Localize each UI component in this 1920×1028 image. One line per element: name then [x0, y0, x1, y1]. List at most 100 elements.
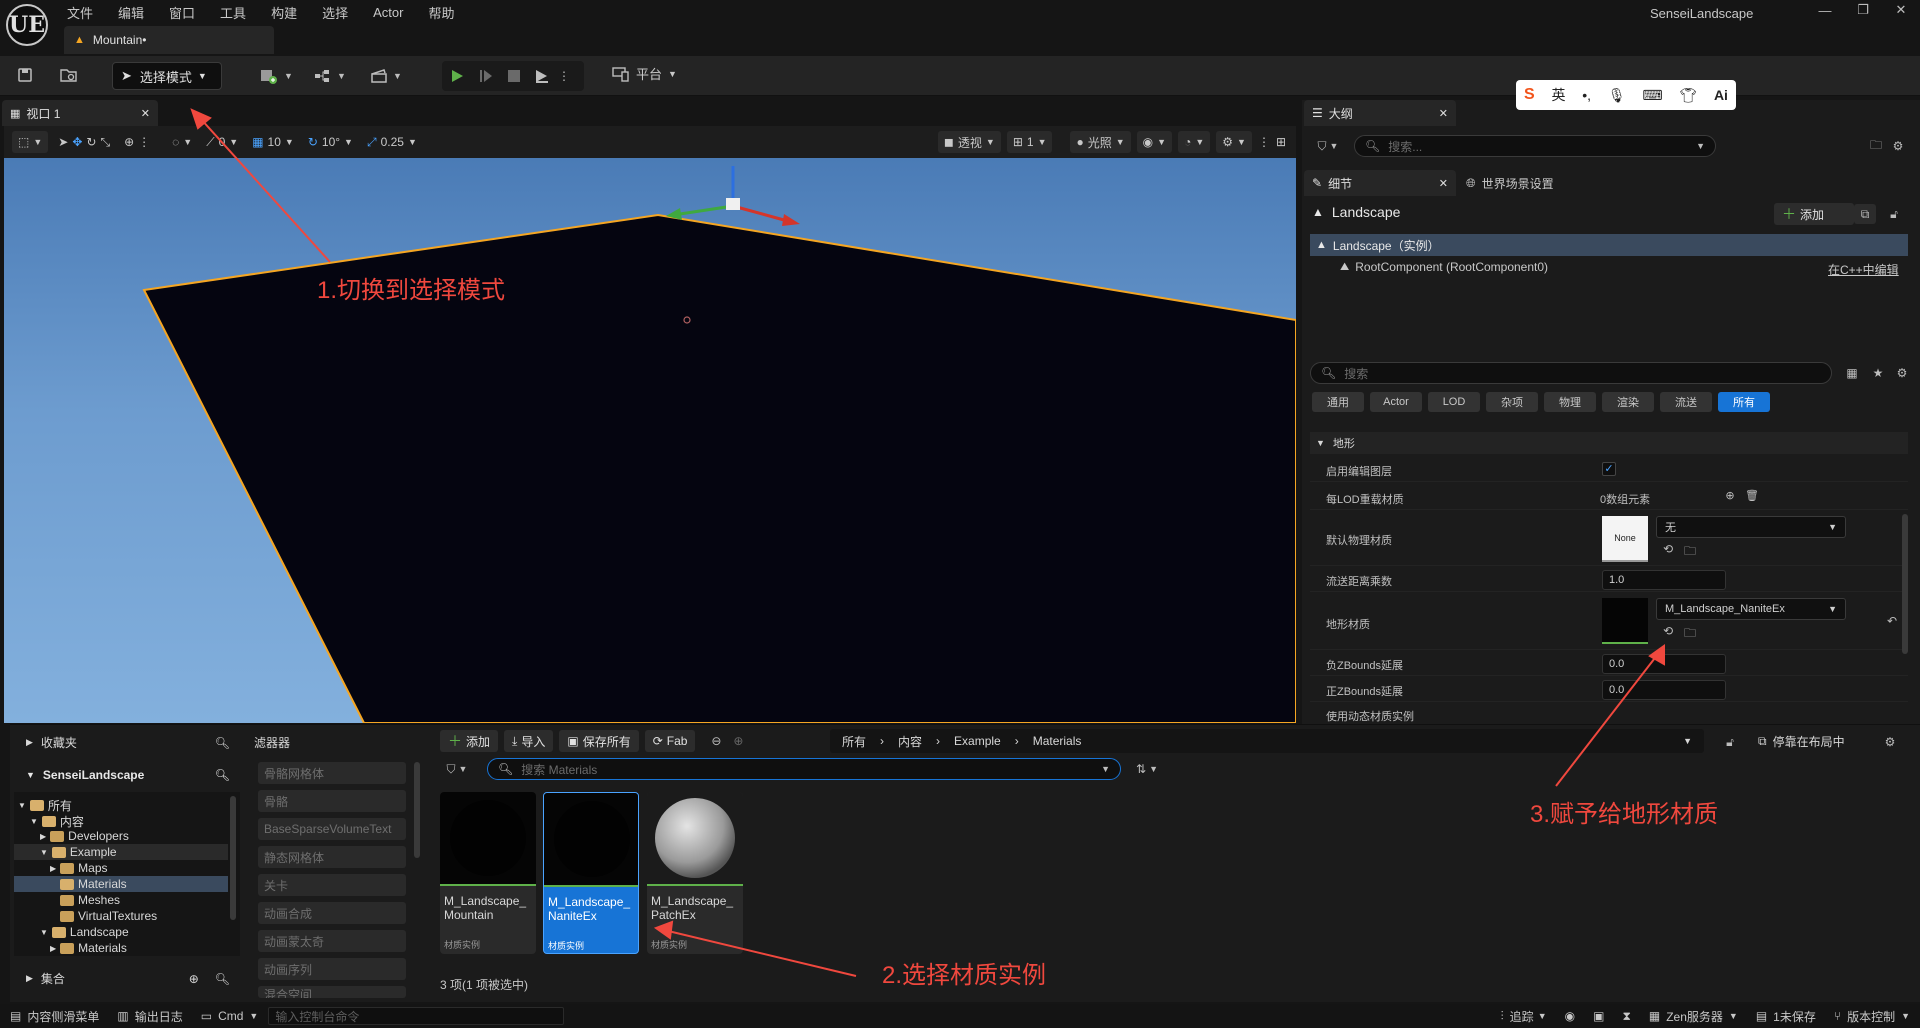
tree-item-example[interactable]: ▼ Example [14, 844, 228, 860]
filter-anim-sequence[interactable]: 动画序列 [258, 958, 406, 980]
details-tab[interactable]: ✎ 细节 ✕ [1304, 170, 1456, 196]
scale-snap-value[interactable]: 0.25 [381, 135, 404, 149]
select-tool-icon[interactable]: ➤ [58, 135, 68, 149]
angle-snap-value[interactable]: 10° [322, 135, 340, 149]
camera-speed-button[interactable]: ⊞ 1 ▼ [1006, 131, 1053, 153]
scale-snap-icon[interactable]: ⤢ [367, 135, 377, 150]
asset-tile-selected[interactable]: M_Landscape_NaniteEx 材质实例 [543, 792, 639, 954]
neg-z-bounds-input[interactable]: 0.0 [1602, 654, 1726, 674]
layout-icon[interactable]: ⊞ [1276, 135, 1286, 149]
category-streaming[interactable]: 流送 [1660, 392, 1712, 412]
add-element-icon[interactable]: ⊕ [1722, 489, 1738, 502]
play-options-icon[interactable]: ⋮ [556, 69, 572, 83]
gear-icon[interactable]: ⚙ [1888, 136, 1908, 156]
forward-icon[interactable]: ⊕ [727, 734, 749, 748]
enable-edit-layers-checkbox[interactable]: ✓ [1602, 462, 1616, 476]
menu-actor[interactable]: Actor [373, 5, 403, 20]
asset-tile[interactable]: M_Landscape_Mountain 材质实例 [440, 792, 536, 954]
stream-distance-input[interactable]: 1.0 [1602, 570, 1726, 590]
sort-icon[interactable]: ⇅ ▼ [1130, 758, 1164, 780]
category-general[interactable]: 通用 [1312, 392, 1364, 412]
phys-material-combo[interactable]: 无 ▼ [1656, 516, 1846, 538]
skin-icon[interactable]: 👕︎ [1679, 87, 1697, 104]
back-icon[interactable]: ⊖ [705, 734, 727, 748]
ime-punctuation-icon[interactable]: •, [1582, 87, 1591, 103]
save-icon[interactable] [14, 64, 36, 86]
tree-item-content[interactable]: ▼ 内容 [30, 813, 84, 830]
gear-icon[interactable]: ⚙ [1892, 363, 1912, 383]
rotate-icon[interactable]: ↻ [86, 135, 96, 149]
document-tab[interactable]: ▲ Mountain• [64, 26, 274, 54]
keyboard-icon[interactable]: ⌨︎ [1642, 87, 1662, 104]
details-search-input[interactable]: 🔍︎ 搜索 [1310, 362, 1832, 384]
hourglass-icon[interactable]: ⧗ [1622, 1009, 1630, 1024]
lighting-button[interactable]: ● 光照 ▼ [1070, 131, 1131, 153]
level-viewport[interactable] [4, 158, 1296, 723]
tree-item-landscape-materials[interactable]: ▶ Materials [50, 941, 127, 955]
unsaved-button[interactable]: ▤ 1未保存 [1756, 1008, 1816, 1025]
search-icon[interactable]: 🔍︎ [215, 768, 230, 782]
landscape-material-thumbnail[interactable] [1602, 598, 1648, 644]
record-icon[interactable]: ◉ [1565, 1009, 1575, 1023]
unreal-logo[interactable]: UE [6, 4, 48, 46]
rotation-snap-toggle-icon[interactable]: ⟋ [206, 135, 214, 150]
reset-to-default-icon[interactable]: ↶ [1884, 614, 1900, 628]
selection-mode-button[interactable]: ➤ 选择模式 ▼ [112, 62, 222, 90]
blueprint-icon[interactable]: ▼ [310, 64, 350, 88]
search-icon[interactable]: 🔍︎ [215, 972, 230, 986]
viewport-options-icon[interactable]: ⋮ [1258, 135, 1270, 149]
viewport-tab[interactable]: ▦ 视口 1 ✕ [2, 100, 158, 126]
filter-icon[interactable]: ⛉ ▼ [440, 758, 474, 780]
tree-item-virtual-textures[interactable]: VirtualTextures [60, 909, 157, 923]
asset-search-input[interactable]: 🔍︎ 搜索 Materials ▼ [487, 758, 1121, 780]
project-header[interactable]: ▼ SenseiLandscape 🔍︎ [26, 768, 230, 782]
menu-help[interactable]: 帮助 [428, 3, 454, 22]
maximize-icon[interactable]: ❐ [1844, 2, 1882, 18]
chevron-down-icon[interactable]: ▼ [1683, 736, 1692, 746]
menu-edit[interactable]: 编辑 [118, 3, 144, 22]
cmd-button[interactable]: ▭ Cmd ▼ [201, 1009, 259, 1023]
filter-sparse-volume-texture[interactable]: BaseSparseVolumeText [258, 818, 406, 840]
menu-file[interactable]: 文件 [67, 3, 93, 22]
grid-snap-icon[interactable]: ▦ [252, 135, 263, 149]
use-selected-icon[interactable]: ⟲ [1660, 542, 1676, 556]
edit-in-cpp-link[interactable]: 在C++中编辑 [1828, 261, 1899, 278]
angle-snap-icon[interactable]: ↻ [308, 135, 318, 149]
translate-icon[interactable]: ✥ [72, 135, 82, 149]
asset-tile[interactable]: M_Landscape_PatchEx 材质实例 [647, 792, 743, 954]
breadcrumb-example[interactable]: Example [954, 734, 1001, 748]
outliner-tab[interactable]: ☰ 大纲 ✕ [1304, 100, 1456, 126]
screenshot-icon[interactable]: ▣ [1593, 1009, 1604, 1023]
show-flags-button[interactable]: ◉ ▼ [1136, 131, 1173, 153]
browse-icon[interactable] [58, 64, 80, 86]
category-all[interactable]: 所有 [1718, 392, 1770, 412]
close-icon[interactable]: ✕ [1882, 2, 1920, 18]
platforms-button[interactable]: 平台 ▼ [612, 64, 677, 83]
filter-anim-composite[interactable]: 动画合成 [258, 902, 406, 924]
favorites-header[interactable]: ▶ 收藏夹 🔍︎ [26, 734, 230, 751]
rotation-snap-value[interactable]: 0 [219, 135, 226, 149]
category-lod[interactable]: LOD [1428, 392, 1480, 412]
output-log-button[interactable]: ▥ 输出日志 [117, 1008, 182, 1025]
lock-icon[interactable]: 🔓︎ [1884, 204, 1904, 224]
details-scrollbar[interactable] [1902, 514, 1908, 654]
zen-server-button[interactable]: ▦ Zen服务器 ▼ [1649, 1008, 1738, 1025]
viewport-settings-button[interactable]: ⚙ ▼ [1216, 131, 1252, 153]
tree-scrollbar[interactable] [230, 796, 236, 920]
cinematics-icon[interactable]: ▼ [366, 64, 406, 88]
microphone-icon[interactable]: 🎙︎ [1608, 87, 1626, 104]
options-icon[interactable]: ⋮ [138, 135, 150, 149]
tree-item-materials-selected[interactable]: Materials [14, 876, 228, 892]
close-icon[interactable]: ✕ [141, 107, 150, 120]
browse-asset-icon[interactable]: 🗀︎ [1682, 624, 1698, 645]
tree-item-maps[interactable]: ▶ Maps [50, 861, 108, 875]
stop-icon[interactable] [500, 70, 528, 82]
add-component-button[interactable]: ＋ 添加 [1774, 203, 1854, 225]
filter-level[interactable]: 关卡 [258, 874, 406, 896]
add-collection-icon[interactable]: ⊕ [189, 972, 199, 986]
gear-icon[interactable]: ⚙ [1880, 732, 1900, 752]
source-control-button[interactable]: ⑂ 版本控制 ▼ [1834, 1008, 1910, 1025]
surface-snap-icon[interactable]: ◌ [172, 135, 179, 149]
category-actor[interactable]: Actor [1370, 392, 1422, 412]
star-icon[interactable]: ★ [1868, 363, 1888, 383]
